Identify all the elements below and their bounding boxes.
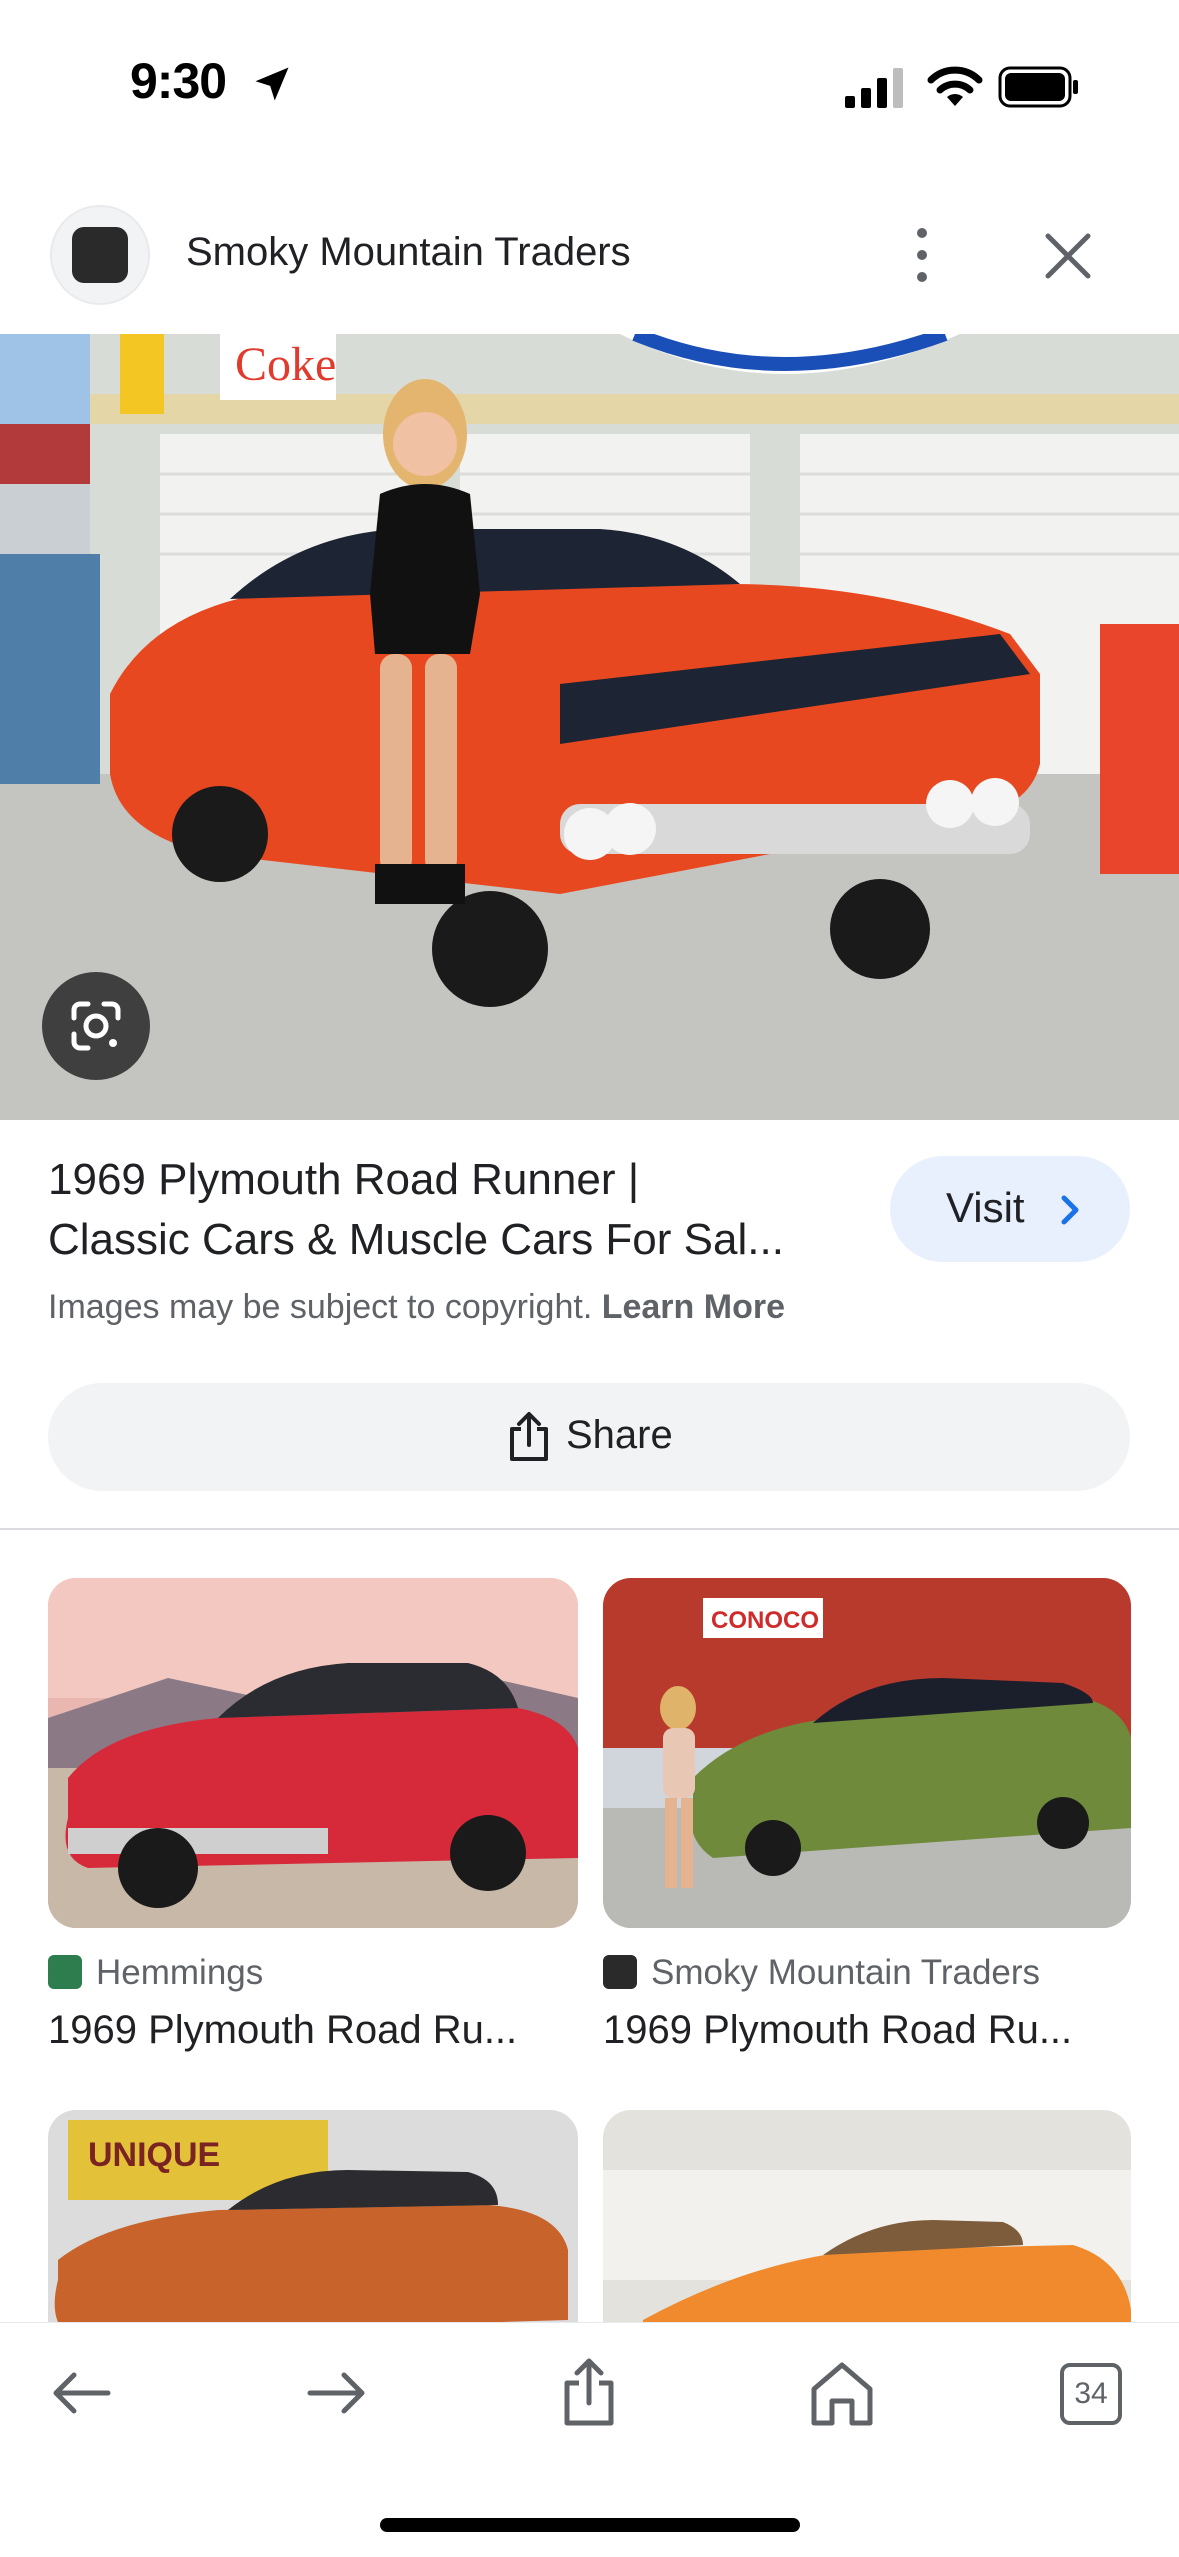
- home-indicator[interactable]: [380, 2518, 800, 2532]
- related-image-2[interactable]: CONOCO: [603, 1578, 1131, 1928]
- source-logo-image: [72, 227, 128, 283]
- related-image-1[interactable]: [48, 1578, 578, 1928]
- result-title[interactable]: 1969 Plymouth Road Runner | Classic Cars…: [48, 1150, 878, 1270]
- source-logo[interactable]: [50, 205, 150, 305]
- related-source-name-2: Smoky Mountain Traders: [651, 1953, 1041, 1992]
- related-scene-3: UNIQUE: [48, 2110, 578, 2350]
- related-source-2[interactable]: Smoky Mountain Traders: [603, 1953, 1131, 1993]
- google-lens-button[interactable]: [42, 972, 150, 1080]
- visit-button[interactable]: Visit: [890, 1156, 1130, 1262]
- related-scene-2: CONOCO: [603, 1578, 1131, 1928]
- chevron-right-icon: [1061, 1195, 1079, 1225]
- related-scene-1: [48, 1578, 578, 1928]
- conoco-sign-text: CONOCO: [711, 1607, 819, 1634]
- related-title-1[interactable]: 1969 Plymouth Road Ru...: [48, 2008, 517, 2053]
- section-divider: [0, 1528, 1179, 1530]
- unique-sign-text: UNIQUE: [88, 2136, 220, 2174]
- copyright-notice: Images may be subject to copyright. Lear…: [48, 1288, 785, 1327]
- share-label: Share: [566, 1413, 673, 1457]
- hero-image[interactable]: Coke: [0, 334, 1179, 1120]
- smoky-mountain-favicon-icon: [603, 1955, 637, 1989]
- source-title[interactable]: Smoky Mountain Traders: [186, 230, 631, 275]
- related-image-3[interactable]: UNIQUE: [48, 2110, 578, 2350]
- hemmings-favicon-icon: [48, 1955, 82, 1989]
- result-title-line-1: 1969 Plymouth Road Runner |: [48, 1155, 640, 1204]
- coke-sign-text: Coke: [235, 338, 336, 391]
- home-icon[interactable]: [802, 2353, 882, 2433]
- battery-icon: [998, 66, 1078, 108]
- copyright-text: Images may be subject to copyright.: [48, 1288, 593, 1326]
- share-button[interactable]: Share: [48, 1383, 1130, 1491]
- location-arrow-icon: [255, 67, 289, 101]
- result-title-line-2: Classic Cars & Muscle Cars For Sal...: [48, 1215, 784, 1264]
- more-options-icon[interactable]: [905, 225, 939, 285]
- visit-label: Visit: [946, 1184, 1025, 1231]
- back-arrow-icon[interactable]: [42, 2353, 122, 2433]
- related-scene-4: [603, 2110, 1131, 2350]
- status-time: 9:30: [130, 53, 227, 109]
- hero-scene: Coke: [0, 334, 1179, 1120]
- cellular-signal-icon: [845, 68, 903, 108]
- related-image-4[interactable]: [603, 2110, 1131, 2350]
- learn-more-link[interactable]: Learn More: [602, 1288, 785, 1326]
- close-icon[interactable]: [1040, 228, 1096, 284]
- wifi-icon: [927, 66, 983, 106]
- share-icon: [510, 1412, 548, 1461]
- related-title-2[interactable]: 1969 Plymouth Road Ru...: [603, 2008, 1072, 2053]
- related-source-name-1: Hemmings: [96, 1953, 264, 1992]
- tabs-count-button[interactable]: 34: [1060, 2363, 1122, 2425]
- lens-icon: [71, 1001, 121, 1051]
- forward-arrow-icon[interactable]: [296, 2353, 376, 2433]
- related-source-1[interactable]: Hemmings: [48, 1953, 578, 1993]
- share-page-icon[interactable]: [549, 2353, 629, 2433]
